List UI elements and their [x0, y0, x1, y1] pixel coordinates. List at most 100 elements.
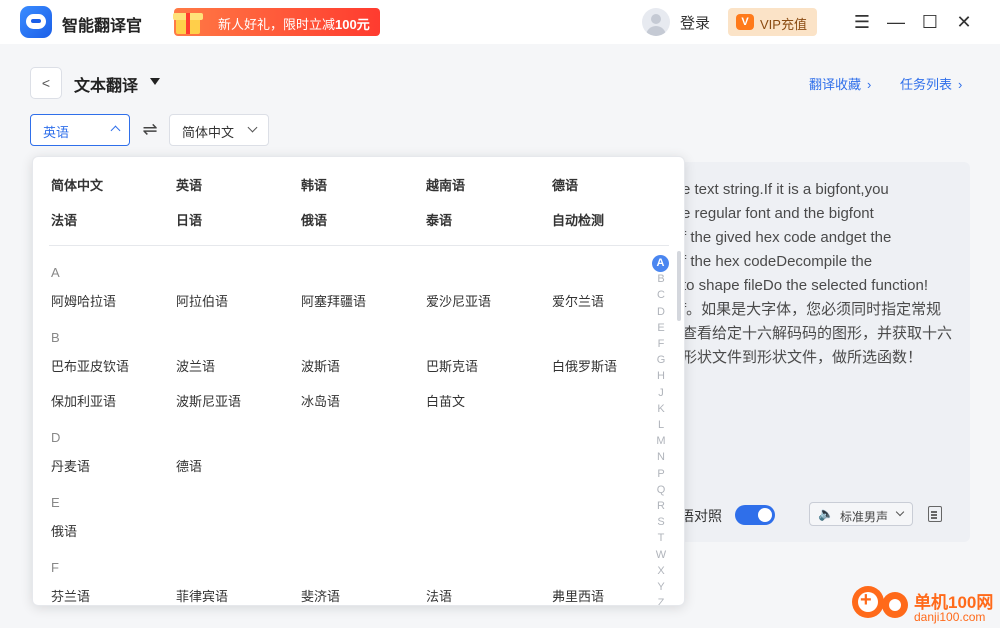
alphabet-index-letter[interactable]: C: [651, 287, 671, 303]
vip-recharge-button[interactable]: V VIP充值: [728, 8, 817, 36]
alphabet-index-letter[interactable]: Q: [651, 482, 671, 498]
avatar[interactable]: [642, 8, 670, 36]
alphabet-index-letter[interactable]: B: [651, 271, 671, 287]
language-option[interactable]: 爱沙尼亚语: [426, 291, 491, 310]
common-language-option[interactable]: 越南语: [426, 175, 465, 194]
scrollbar[interactable]: [677, 251, 681, 321]
language-option[interactable]: 斐济语: [301, 586, 340, 605]
common-language-option[interactable]: 简体中文: [51, 175, 103, 194]
maximize-icon[interactable]: ☐: [920, 12, 940, 32]
alphabet-index-letter[interactable]: W: [651, 547, 671, 563]
close-icon[interactable]: ✕: [954, 12, 974, 32]
alphabet-index-letter[interactable]: K: [651, 401, 671, 417]
watermark-logo: 单机100网 danji100.com: [852, 584, 1000, 628]
menu-icon[interactable]: ☰: [852, 12, 872, 32]
bilingual-compare-toggle[interactable]: [735, 505, 775, 525]
target-language-select[interactable]: 简体中文: [169, 114, 269, 146]
language-option[interactable]: 白苗文: [426, 391, 465, 410]
common-language-option[interactable]: 泰语: [426, 210, 452, 229]
page-title: 文本翻译: [74, 78, 139, 95]
common-language-option[interactable]: 英语: [176, 175, 202, 194]
promo-banner[interactable]: 新人好礼，限时立减100元: [173, 8, 380, 36]
common-language-option[interactable]: 韩语: [301, 175, 327, 194]
speaker-icon: 🔈: [818, 506, 835, 521]
alphabet-index-letter[interactable]: P: [651, 466, 671, 482]
bilingual-compare-label: 语对照: [680, 508, 722, 524]
minimize-icon[interactable]: —: [886, 12, 906, 32]
copy-icon[interactable]: [928, 506, 942, 522]
language-option[interactable]: 丹麦语: [51, 456, 90, 475]
language-option[interactable]: 波斯语: [301, 356, 340, 375]
alphabet-index-letter[interactable]: S: [651, 514, 671, 530]
alphabet-index-letter[interactable]: T: [651, 530, 671, 546]
output-line: 查看给定十六解码码的图形，并获取十六: [682, 325, 953, 342]
language-dropdown: 简体中文 英语 韩语 越南语 德语 法语 日语 俄语 泰语 自动检测 A 阿姆哈拉语 阿拉伯语 阿塞拜疆…: [32, 156, 685, 606]
source-language-value: 英语: [43, 125, 70, 140]
alphabet-index-letter[interactable]: M: [651, 433, 671, 449]
letter-group-heading: E: [51, 495, 60, 510]
common-language-option[interactable]: 自动检测: [552, 210, 604, 229]
alphabet-index-letter[interactable]: H: [651, 368, 671, 384]
title-dropdown-caret-icon[interactable]: [150, 78, 160, 85]
alphabet-index-letter[interactable]: N: [651, 449, 671, 465]
swap-languages-icon[interactable]: ⇌: [140, 118, 160, 140]
language-option[interactable]: 德语: [176, 456, 202, 475]
letter-group-heading: A: [51, 265, 60, 280]
language-option[interactable]: 阿塞拜疆语: [301, 291, 366, 310]
language-option[interactable]: 波兰语: [176, 356, 215, 375]
watermark-plus-icon: [852, 586, 884, 618]
common-language-option[interactable]: 俄语: [301, 210, 327, 229]
output-line: e text string.If it is a bigfont,you: [682, 181, 889, 198]
alphabet-index-letter[interactable]: R: [651, 498, 671, 514]
common-language-option[interactable]: 日语: [176, 210, 202, 229]
language-option[interactable]: 白俄罗斯语: [552, 356, 617, 375]
output-line: f the hex codeDecompile the: [682, 253, 873, 270]
common-language-option[interactable]: 德语: [552, 175, 578, 194]
task-list-label: 任务列表: [900, 77, 953, 92]
chevron-down-icon: [895, 507, 905, 517]
back-button[interactable]: <: [30, 67, 62, 99]
alphabet-index-letter[interactable]: D: [651, 304, 671, 320]
common-language-option[interactable]: 法语: [51, 210, 77, 229]
output-line: f the gived hex code andget the: [682, 229, 892, 246]
output-line: to shape fileDo the selected function!: [682, 277, 928, 294]
vip-label: VIP充值: [760, 17, 807, 32]
alphabet-index-letter[interactable]: Y: [651, 579, 671, 595]
language-option[interactable]: 法语: [426, 586, 452, 605]
alphabet-index-letter[interactable]: X: [651, 563, 671, 579]
task-list-link[interactable]: 任务列表 ›: [900, 74, 962, 93]
voice-select[interactable]: 🔈 标准男声: [809, 502, 913, 526]
output-line: f。如果是大字体，您必须同时指定常规: [682, 301, 942, 318]
language-option[interactable]: 弗里西语: [552, 586, 604, 605]
alphabet-index-letter[interactable]: F: [651, 336, 671, 352]
letter-group-heading: D: [51, 430, 61, 445]
title-bar: 智能翻译官 新人好礼，限时立减100元 登录 V VIP充值 ☰ — ☐ ✕: [0, 0, 1000, 44]
language-option[interactable]: 巴布亚皮钦语: [51, 356, 129, 375]
gift-icon: [170, 4, 206, 38]
source-language-select[interactable]: 英语: [30, 114, 130, 146]
login-link[interactable]: 登录: [680, 12, 710, 33]
chevron-right-icon: ›: [958, 77, 963, 92]
divider: [49, 245, 669, 246]
language-option[interactable]: 芬兰语: [51, 586, 90, 605]
language-option[interactable]: 俄语: [51, 521, 77, 540]
language-option[interactable]: 阿姆哈拉语: [51, 291, 116, 310]
language-option[interactable]: 冰岛语: [301, 391, 340, 410]
language-option[interactable]: 巴斯克语: [426, 356, 478, 375]
alphabet-index-letter[interactable]: E: [651, 320, 671, 336]
app-name: 智能翻译官: [62, 18, 143, 35]
chevron-right-icon: ›: [867, 77, 872, 92]
alphabet-index-letter[interactable]: L: [651, 417, 671, 433]
language-option[interactable]: 保加利亚语: [51, 391, 116, 410]
translation-favorites-link[interactable]: 翻译收藏 ›: [809, 74, 871, 93]
language-option[interactable]: 菲律宾语: [176, 586, 228, 605]
alphabet-index-letter[interactable]: G: [651, 352, 671, 368]
language-option[interactable]: 阿拉伯语: [176, 291, 228, 310]
alphabet-index-letter[interactable]: Z: [651, 595, 671, 605]
language-option[interactable]: 波斯尼亚语: [176, 391, 241, 410]
chevron-down-icon: [247, 122, 258, 133]
translation-favorites-label: 翻译收藏: [809, 77, 862, 92]
language-option[interactable]: 爱尔兰语: [552, 291, 604, 310]
alphabet-index-letter[interactable]: A: [652, 255, 669, 272]
alphabet-index-letter[interactable]: J: [651, 385, 671, 401]
